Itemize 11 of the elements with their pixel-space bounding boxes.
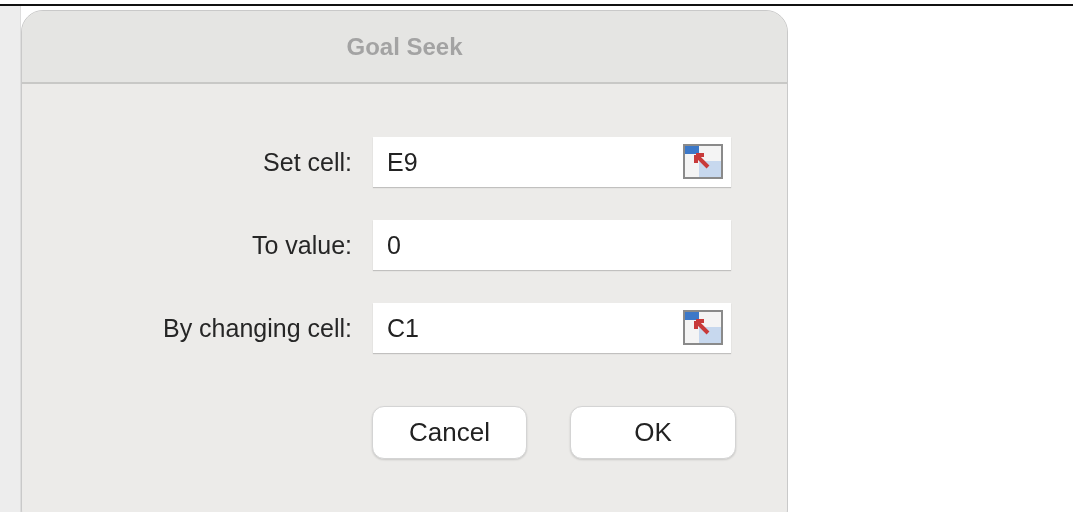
field-label: Set cell: [263, 147, 352, 177]
cancel-button[interactable]: Cancel [372, 406, 527, 459]
cell-reference-icon[interactable] [683, 144, 723, 179]
field-label: By changing cell: [163, 313, 352, 343]
input-field[interactable]: 0 [373, 220, 731, 270]
input-field[interactable]: C1 [373, 303, 731, 353]
cell-reference-icon[interactable] [683, 310, 723, 345]
field-label: To value: [251, 230, 352, 260]
dialog-title: Goal Seek [346, 32, 463, 61]
ok-button[interactable]: OK [570, 406, 736, 459]
input-field[interactable]: E9 [373, 137, 731, 187]
